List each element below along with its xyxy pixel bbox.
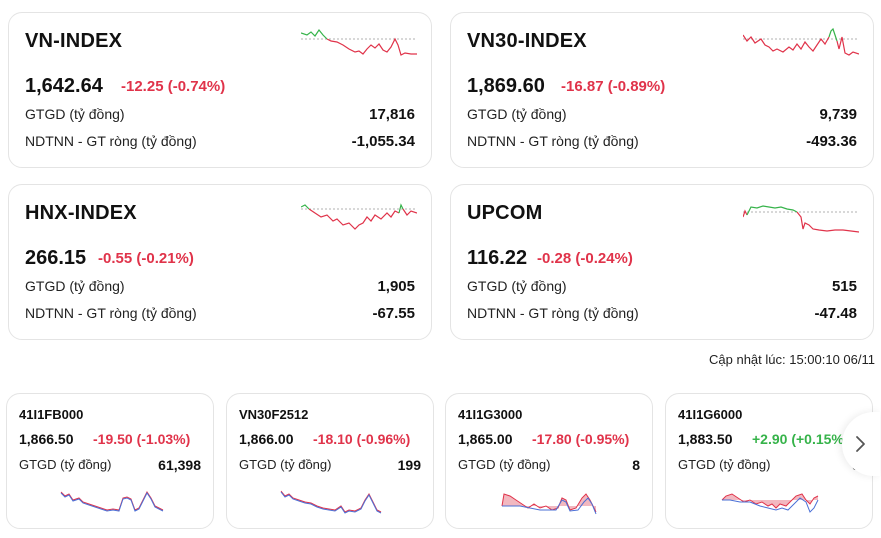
- futures-name: VN30F2512: [239, 407, 309, 422]
- index-value: 1,869.60: [467, 75, 545, 97]
- index-card-hnx-index[interactable]: HNX-INDEX 266.15 -0.55 (-0.21%) GTGD (tỷ…: [8, 184, 432, 340]
- index-card-vn30-index[interactable]: VN30-INDEX 1,869.60 -16.87 (-0.89%) GTGD…: [450, 12, 874, 168]
- index-name: HNX-INDEX: [25, 202, 137, 224]
- volume-label: GTGD (tỷ đồng): [458, 457, 551, 472]
- volume-label: GTGD (tỷ đồng): [19, 457, 112, 472]
- volume-label: GTGD (tỷ đồng): [239, 457, 332, 472]
- index-card-vn-index[interactable]: VN-INDEX 1,642.64 -12.25 (-0.74%) GTGD (…: [8, 12, 432, 168]
- volume-value: 515: [831, 278, 857, 295]
- futures-change: -18.10 (-0.96%): [313, 431, 411, 447]
- volume-label: GTGD (tỷ đồng): [25, 106, 125, 122]
- volume-value: 61,398: [158, 457, 201, 473]
- futures-card-41i1fb000[interactable]: 41I1FB000 1,866.50 -19.50 (-1.03%) GTGD …: [6, 393, 214, 529]
- volume-value: 199: [397, 457, 421, 473]
- index-change: -0.55 (-0.21%): [98, 250, 194, 267]
- index-sparkline: [301, 203, 417, 230]
- foreign-value: -493.36: [806, 133, 857, 150]
- futures-name: 41I1G3000: [458, 407, 523, 422]
- volume-value: 9,739: [819, 106, 857, 123]
- futures-change: +2.90 (+0.15%): [752, 431, 849, 447]
- index-change: -12.25 (-0.74%): [121, 78, 226, 95]
- foreign-label: NDTNN - GT ròng (tỷ đồng): [25, 305, 197, 321]
- index-change: -0.28 (-0.24%): [537, 250, 633, 267]
- foreign-value: -67.55: [372, 305, 415, 322]
- futures-change: -17.80 (-0.95%): [532, 431, 630, 447]
- foreign-value: -47.48: [814, 305, 857, 322]
- index-sparkline: [301, 28, 417, 56]
- volume-label: GTGD (tỷ đồng): [467, 278, 567, 294]
- index-value: 266.15: [25, 247, 87, 269]
- volume-label: GTGD (tỷ đồng): [678, 457, 771, 472]
- volume-value: 1,905: [377, 278, 415, 295]
- futures-value: 1,865.00: [458, 431, 513, 447]
- futures-card-41i1g3000[interactable]: 41I1G3000 1,865.00 -17.80 (-0.95%) GTGD …: [445, 393, 653, 529]
- index-name: VN30-INDEX: [467, 30, 587, 52]
- volume-label: GTGD (tỷ đồng): [467, 106, 567, 122]
- volume-label: GTGD (tỷ đồng): [25, 278, 125, 294]
- futures-value: 1,866.00: [239, 431, 294, 447]
- foreign-label: NDTNN - GT ròng (tỷ đồng): [467, 133, 639, 149]
- futures-value: 1,866.50: [19, 431, 74, 447]
- foreign-label: NDTNN - GT ròng (tỷ đồng): [467, 305, 639, 321]
- last-updated-timestamp: Cập nhật lúc: 15:00:10 06/11: [709, 352, 875, 367]
- index-sparkline: [743, 27, 859, 56]
- index-card-upcom[interactable]: UPCOM 116.22 -0.28 (-0.24%) GTGD (tỷ đồn…: [450, 184, 874, 340]
- futures-sparkline: [501, 493, 597, 515]
- index-sparkline: [743, 205, 859, 233]
- index-name: VN-INDEX: [25, 30, 123, 52]
- volume-value: 17,816: [369, 106, 415, 123]
- futures-card-41i1g6000[interactable]: 41I1G6000 1,883.50 +2.90 (+0.15%) GTGD (…: [665, 393, 873, 529]
- futures-name: 41I1FB000: [19, 407, 84, 422]
- index-value: 116.22: [467, 247, 528, 269]
- foreign-value: -1,055.34: [351, 133, 415, 150]
- futures-sparkline: [721, 493, 819, 513]
- foreign-label: NDTNN - GT ròng (tỷ đồng): [25, 133, 197, 149]
- futures-change: -19.50 (-1.03%): [93, 431, 191, 447]
- volume-value: 8: [632, 457, 640, 473]
- index-value: 1,642.64: [25, 75, 103, 97]
- futures-value: 1,883.50: [678, 431, 733, 447]
- chevron-right-icon: [856, 436, 865, 452]
- index-change: -16.87 (-0.89%): [561, 78, 666, 95]
- index-name: UPCOM: [467, 202, 543, 224]
- futures-sparkline: [60, 491, 164, 512]
- futures-card-vn30f2512[interactable]: VN30F2512 1,866.00 -18.10 (-0.96%) GTGD …: [226, 393, 434, 529]
- futures-name: 41I1G6000: [678, 407, 743, 422]
- futures-sparkline: [280, 490, 382, 514]
